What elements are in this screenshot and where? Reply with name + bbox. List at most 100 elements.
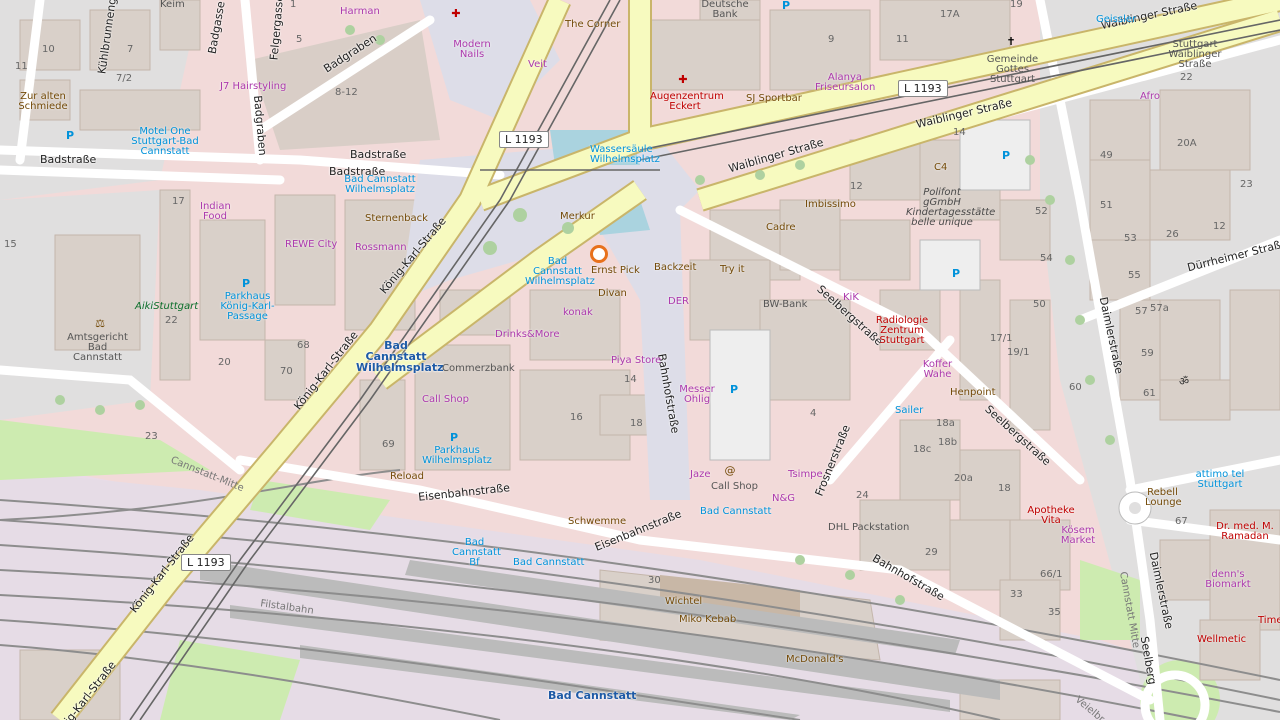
poi-label[interactable]: denn's Biomarkt [1203, 570, 1253, 590]
poi-label[interactable]: Dr. med. M. Ramadan [1215, 522, 1275, 542]
hospital-icon[interactable]: ✚ [450, 8, 462, 20]
poi-label[interactable]: Koffer Wahe [920, 360, 955, 380]
poi-label[interactable]: Bad Cannstatt Wilhelmsplatz [340, 175, 420, 195]
parking-icon[interactable]: P [240, 278, 252, 290]
poi-label[interactable]: Wassersäule Wilhelmsplatz [590, 145, 660, 165]
at-icon[interactable]: @ [724, 465, 736, 477]
parking-icon[interactable]: P [950, 268, 962, 280]
poi-label[interactable]: Augenzentrum Eckert [650, 92, 724, 112]
poi-label[interactable]: Polifont gGmbH Kindertagesstätte belle u… [906, 188, 995, 228]
poi-label[interactable]: Radiologie Zentrum Stuttgart [872, 316, 932, 346]
house-number: 22 [165, 315, 178, 326]
house-number: 19/1 [1007, 347, 1030, 358]
parking-icon[interactable]: P [64, 130, 76, 142]
poi-label[interactable]: Wichtel [665, 597, 702, 607]
house-number: 60 [1069, 382, 1082, 393]
poi-label[interactable]: Wellmetic [1197, 635, 1246, 645]
poi-label[interactable]: Call Shop [711, 482, 758, 492]
poi-label[interactable]: Call Shop [422, 395, 469, 405]
poi-label[interactable]: Stuttgart Waiblinger Straße [1160, 40, 1230, 70]
poi-label[interactable]: Parkhaus Wilhelmsplatz [422, 446, 492, 466]
church-icon[interactable]: ✝ [1005, 36, 1017, 48]
poi-label[interactable]: Miko Kebab [679, 615, 736, 625]
house-number: 12 [850, 181, 863, 192]
poi-label[interactable]: Geissler [1096, 15, 1136, 25]
poi-label[interactable]: Sailer [895, 406, 923, 416]
poi-label[interactable]: Bad Cannstatt [513, 558, 584, 568]
poi-label[interactable]: SJ Sportbar [746, 94, 802, 104]
house-number: 14 [624, 374, 637, 385]
poi-label[interactable]: Kösem Market [1058, 526, 1098, 546]
poi-label[interactable]: Cadre [766, 223, 796, 233]
poi-label[interactable]: REWE City [285, 240, 337, 250]
house-number: 54 [1040, 253, 1053, 264]
poi-label[interactable]: Bad Cannstatt [700, 507, 771, 517]
poi-label[interactable]: Deutsche Bank [700, 0, 750, 20]
poi-label[interactable]: Messer Ohlig [677, 385, 717, 405]
train-station-label[interactable]: Bad Cannstatt [548, 690, 636, 701]
poi-label[interactable]: AikiStuttgart [135, 302, 198, 312]
poi-label[interactable]: Bad Cannstatt Bf [452, 538, 501, 568]
poi-label[interactable]: Henpoint [950, 388, 996, 398]
poi-label[interactable]: BW-Bank [763, 300, 807, 310]
poi-label[interactable]: Harman [340, 7, 380, 17]
poi-label[interactable]: Drinks&More [495, 330, 560, 340]
poi-label[interactable]: Merkur [560, 212, 595, 222]
parking-icon[interactable]: P [728, 384, 740, 396]
poi-label[interactable]: Piya Store [611, 356, 661, 366]
poi-label[interactable]: DER [668, 297, 689, 307]
house-number: 11 [896, 34, 909, 45]
poi-label[interactable]: Try it [720, 265, 745, 275]
poi-label[interactable]: Amtsgericht Bad Cannstatt [65, 333, 130, 363]
poi-label[interactable]: McDonald's [786, 655, 844, 665]
poi-label[interactable]: konak [563, 308, 593, 318]
poi-label[interactable]: Sternenback [365, 214, 428, 224]
house-number: 61 [1143, 388, 1156, 399]
poi-label[interactable]: Imbissimo [805, 200, 856, 210]
parking-icon[interactable]: P [1000, 150, 1012, 162]
poi-label[interactable]: The Corner [565, 20, 620, 30]
poi-label[interactable]: Commerzbank [442, 364, 515, 374]
temple-icon[interactable]: ॐ [1178, 376, 1190, 388]
parking-icon[interactable]: P [448, 432, 460, 444]
poi-label[interactable]: Modern Nails [452, 40, 492, 60]
poi-label[interactable]: Reload [390, 472, 424, 482]
poi-label[interactable]: Tsimpe [788, 470, 823, 480]
poi-label[interactable]: Motel One Stuttgart-Bad Cannstatt [130, 127, 200, 157]
poi-label[interactable]: DHL Packstation [828, 523, 909, 533]
poi-label[interactable]: Schwemme [568, 517, 626, 527]
poi-label[interactable]: Zur alten Schmiede [18, 92, 68, 112]
poi-label[interactable]: Alanya Friseursalon [815, 73, 875, 93]
house-number: 24 [856, 490, 869, 501]
poi-label[interactable]: Veit [528, 60, 547, 70]
poi-label[interactable]: Bad Cannstatt Wilhelmsplatz [525, 257, 595, 287]
poi-label[interactable]: Rossmann [355, 243, 407, 253]
house-number: 23 [1240, 179, 1253, 190]
poi-label[interactable]: J7 Hairstyling [220, 82, 286, 92]
house-number: 20A [1177, 138, 1197, 149]
poi-label[interactable]: C4 [934, 163, 947, 173]
poi-label[interactable]: Gemeinde Gottes Stuttgart [985, 55, 1040, 85]
poi-label[interactable]: Jaze [690, 470, 710, 480]
parking-icon[interactable]: P [780, 0, 792, 12]
tram-station-label[interactable]: Bad Cannstatt Wilhelmsplatz [356, 340, 443, 373]
map-canvas[interactable]: L 1193 L 1193 L 1193 Waiblinger Straße W… [0, 0, 1280, 720]
house-number: 49 [1100, 150, 1113, 161]
poi-label[interactable]: Divan [598, 289, 627, 299]
poi-label[interactable]: Parkhaus König-Karl-Passage [220, 292, 275, 322]
poi-label[interactable]: Backzeit [654, 263, 696, 273]
poi-label[interactable]: KiK [843, 293, 859, 303]
poi-label[interactable]: Afro [1140, 92, 1160, 102]
house-number: 30 [648, 575, 661, 586]
poi-label[interactable]: Indian Food [200, 202, 231, 222]
poi-label[interactable]: Time [1258, 616, 1280, 626]
poi-label[interactable]: N&G [772, 494, 795, 504]
poi-label[interactable]: attimo tel Stuttgart [1190, 470, 1250, 490]
location-marker-icon[interactable] [590, 245, 608, 263]
poi-label[interactable]: Keim [160, 0, 185, 10]
poi-label[interactable]: Rebell Lounge [1145, 488, 1182, 508]
poi-label[interactable]: Ernst Pick [591, 266, 640, 276]
courthouse-icon[interactable]: ⚖ [94, 318, 106, 330]
hospital-icon[interactable]: ✚ [677, 74, 689, 86]
poi-label[interactable]: Apotheke Vita [1026, 506, 1076, 526]
